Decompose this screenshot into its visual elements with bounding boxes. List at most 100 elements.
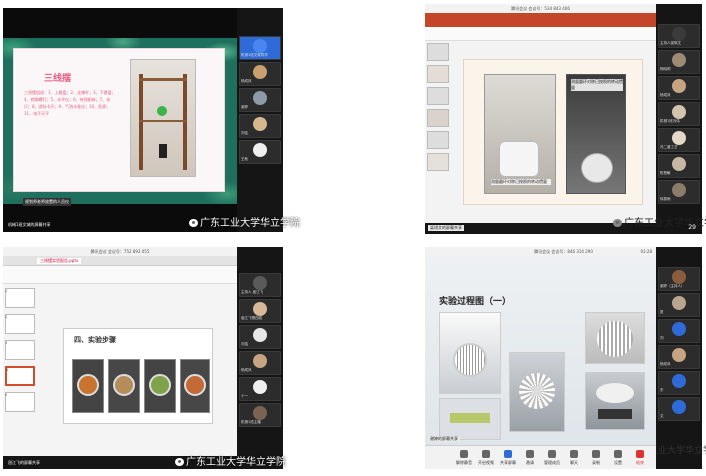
avatar: [672, 105, 686, 119]
participant-tile[interactable]: 王秋: [239, 140, 281, 164]
avatar: [253, 91, 267, 105]
participant-tile[interactable]: 主持人梁琪文: [658, 24, 700, 48]
slide-caption-right: 测量圆环对称已按照的转动惯量: [571, 79, 623, 91]
avatar: [253, 143, 267, 157]
share-indicator: 谢婷的屏幕共享: [428, 436, 460, 442]
invite-icon: [526, 450, 534, 458]
settings-button[interactable]: 设置: [607, 450, 629, 466]
avatar: [253, 39, 267, 53]
slide-photo: [585, 312, 645, 364]
share-icon: [504, 450, 512, 458]
ppt-ribbon: [425, 13, 656, 27]
avatar: [672, 348, 686, 362]
slide-canvas: 四、实验步骤: [63, 328, 213, 424]
participant-tile[interactable]: 屈江飞第四组: [239, 299, 281, 323]
participant-tile[interactable]: 东: [658, 371, 700, 395]
meeting-topbar: 腾讯会议 会议号：534 843 406: [425, 4, 656, 13]
camera-icon: [482, 450, 490, 458]
slide-paper: 三线摆 三线摆组成：1、上悬盘；2、支撑杆；3、下悬盘；4、底脚螺钉；5、水平仪…: [13, 48, 225, 192]
video-button[interactable]: 开启视频: [475, 450, 497, 466]
avatar: [672, 322, 686, 336]
mute-button[interactable]: 解除静音: [453, 450, 475, 466]
participant-tile[interactable]: 谢婷: [239, 88, 281, 112]
participant-sidebar: 主持人 屈江飞 屈江飞第四组 刘浩 杨成凤 十一 机械1班主播: [237, 247, 283, 469]
record-icon: [592, 450, 600, 458]
end-icon: [636, 450, 644, 458]
screenshot-top-right: 腾讯会议 会议号：534 843 406 测量圆环对称已按照的转动惯量 测量圆环…: [425, 4, 706, 234]
participant-tile[interactable]: 机械1班冯伟: [658, 102, 700, 126]
ppt-window: 测量圆环对称已按照的转动惯量 测量圆环对称已按照的转动惯量: [425, 13, 656, 223]
avatar: [672, 270, 686, 284]
gear-icon: [614, 450, 622, 458]
participant-tile[interactable]: 杨成凤: [239, 351, 281, 375]
participant-sidebar: 主持人梁琪文 杨晓明 杨成凤 机械1班冯伟 冯二兽工艺 陈慧敏 徐振雨: [656, 4, 702, 234]
invite-button[interactable]: 邀请: [519, 450, 541, 466]
participant-tile[interactable]: 杨成凤: [658, 76, 700, 100]
participant-tile[interactable]: 刘浩: [239, 325, 281, 349]
slide-photo-left: 测量圆环对称已按照的转动惯量: [484, 74, 556, 194]
screenshot-bottom-left: 腾讯会议 会议号：752 893 055 三线摆实验报告.pptx 1 2 3 …: [3, 247, 286, 469]
participant-tile[interactable]: 杨成凤: [658, 345, 700, 369]
participant-tile[interactable]: 机械1班文城同学: [239, 36, 281, 60]
participant-tile[interactable]: 谢婷（主持人）: [658, 267, 700, 291]
participant-tile[interactable]: 主持人 屈江飞: [239, 273, 281, 297]
avatar: [253, 354, 267, 368]
slide-heading: 四、实验步骤: [74, 336, 116, 344]
avatar: [253, 328, 267, 342]
clock: 03:28: [640, 249, 652, 254]
record-button[interactable]: 录制: [585, 450, 607, 466]
slide-caption-left: 测量圆环对称已按照的转动惯量: [491, 179, 551, 185]
avatar: [253, 406, 267, 420]
chat-icon: [570, 450, 578, 458]
avatar: [672, 374, 686, 388]
slide-body: 三线摆组成：1、上悬盘；2、支撑杆；3、下悬盘；4、底脚螺钉；5、水平仪；6、待…: [24, 90, 116, 116]
participant-tile[interactable]: 刘佳: [239, 114, 281, 138]
doc-tab[interactable]: 三线摆实验报告.pptx: [37, 258, 82, 264]
share-screen-button[interactable]: 共享屏幕: [497, 450, 519, 466]
slide-photo: [439, 398, 501, 440]
participant-sidebar: 谢婷（主持人） 夏 刘 杨成凤 东 文: [656, 247, 702, 445]
members-button[interactable]: 管理成员: [541, 450, 563, 466]
participant-tile[interactable]: 徐振雨: [658, 180, 700, 204]
participant-sidebar: 机械1班文城同学 杨成凤 谢婷 刘佳 王秋: [237, 8, 283, 232]
slide-photo: [439, 312, 501, 394]
avatar: [672, 79, 686, 93]
screenshot-top-left: 三线摆 三线摆组成：1、上悬盘；2、支撑杆；3、下悬盘；4、底脚螺钉；5、水平仪…: [3, 8, 300, 232]
avatar: [253, 276, 267, 290]
avatar: [253, 302, 267, 316]
wechat-icon: [613, 219, 622, 227]
avatar: [672, 131, 686, 145]
doc-tabbar: 三线摆实验报告.pptx: [3, 256, 237, 266]
avatar: [672, 400, 686, 414]
participant-tile[interactable]: 十一: [239, 377, 281, 401]
ppt-toolbar: [425, 27, 656, 41]
doc-window: 三线摆实验报告.pptx 1 2 3 4 5 四、实验步骤: [3, 256, 237, 456]
doc-toolbar: [3, 266, 237, 284]
screenshot-bottom-right: 腾讯会议 会议号：846 314 290 03:28 实验过程图（一） 谢婷（主持…: [425, 247, 706, 469]
chat-button[interactable]: 聊天: [563, 450, 585, 466]
slide-canvas: 测量圆环对称已按照的转动惯量 测量圆环对称已按照的转动惯量: [463, 59, 643, 205]
members-icon: [548, 450, 556, 458]
participant-tile[interactable]: 文: [658, 397, 700, 421]
slide-title: 三线摆: [44, 74, 72, 84]
shared-slide: 实验过程图（一）: [425, 256, 656, 445]
avatar: [672, 53, 686, 67]
end-button[interactable]: 结束: [629, 450, 651, 466]
meeting-controls: 解除静音 开启视频 共享屏幕 邀请 管理成员 聊天 录制 设置 结束: [425, 445, 656, 469]
avatar: [253, 117, 267, 131]
avatar: [672, 157, 686, 171]
avatar: [672, 27, 686, 41]
thumbnail-panel: [427, 43, 449, 215]
slide-photo: [585, 372, 645, 430]
participant-tile[interactable]: 夏: [658, 293, 700, 317]
avatar: [672, 296, 686, 310]
participant-tile[interactable]: 机械1班主播: [239, 403, 281, 427]
apparatus-photo: [130, 59, 196, 177]
participant-tile[interactable]: 刘: [658, 319, 700, 343]
participant-tile[interactable]: 杨晓明: [658, 50, 700, 74]
participant-tile[interactable]: 杨成凤: [239, 62, 281, 86]
slide-heading: 实验过程图（一）: [439, 297, 512, 307]
watermark: 广东工业大学华立学院: [175, 453, 286, 468]
participant-tile[interactable]: 陈慧敏: [658, 154, 700, 178]
participant-tile[interactable]: 冯二兽工艺: [658, 128, 700, 152]
